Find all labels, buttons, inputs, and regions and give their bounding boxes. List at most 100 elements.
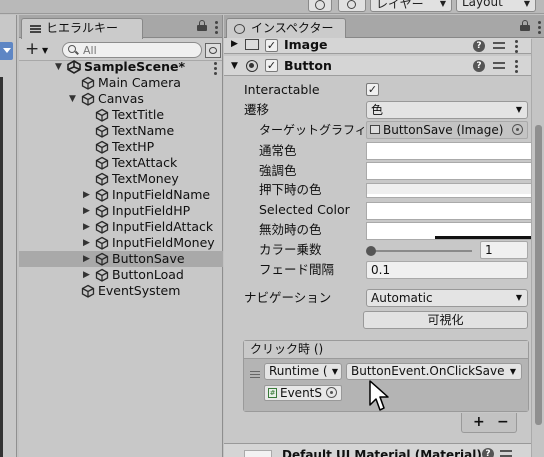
tree-row[interactable]: ▶ InputFieldHP [19,203,223,219]
chevron-right-icon[interactable]: ▶ [83,187,90,203]
info-icon [234,24,245,34]
tree-row[interactable]: ▶ InputFieldAttack [19,219,223,235]
pressed-color-label: 押下時の色 [259,182,322,197]
chevron-right-icon[interactable]: ▶ [83,235,90,251]
search-button[interactable] [338,0,366,12]
scene-filter-icon[interactable] [205,43,221,58]
visualize-button[interactable]: 可視化 [363,311,528,329]
tree-row[interactable]: TextName [19,123,223,139]
chevron-down-icon[interactable]: ▼ [231,56,238,76]
chevron-down-icon[interactable]: ▼ [42,46,48,55]
fade-duration-value: 0.1 [371,263,391,277]
chevron-down-icon[interactable]: ▼ [55,59,62,75]
more-options-icon[interactable] [215,21,218,36]
history-button[interactable] [308,0,332,12]
navigation-dropdown[interactable]: Automatic ▼ [366,289,528,307]
pressed-color-field[interactable] [366,183,540,198]
hierarchy-search-input[interactable] [83,43,193,57]
highlighted-color-field[interactable] [366,162,540,180]
script-icon: # [268,388,277,398]
tree-row[interactable]: TextAttack [19,155,223,171]
gameobject-cube-icon [95,268,109,282]
tree-row[interactable]: ▼ Canvas [19,91,223,107]
tree-row[interactable]: Main Camera [19,75,223,91]
presets-icon[interactable] [493,40,505,52]
target-graphic-value: ButtonSave (Image) [383,123,504,137]
tree-row[interactable]: TextTitle [19,107,223,123]
gameobject-cube-icon [95,156,109,170]
chevron-right-icon[interactable]: ▶ [83,219,90,235]
function-dropdown[interactable]: ButtonEvent.OnClickSave ▼ [346,363,522,380]
tree-row[interactable]: ▶ ButtonLoad [19,267,223,283]
layers-dropdown-label: レイヤー [376,0,424,11]
color-multiplier-slider[interactable] [366,243,474,259]
interactable-label: Interactable [244,82,320,97]
gameobject-cube-icon [81,284,95,298]
button-header-icons: ? [473,59,523,73]
chevron-down-icon: ▼ [523,0,530,8]
help-icon[interactable]: ? [473,40,485,52]
tree-row[interactable]: EventSystem [19,283,223,299]
more-options-icon[interactable] [538,21,541,36]
help-icon[interactable]: ? [482,448,494,457]
object-picker-icon[interactable] [326,387,337,398]
help-icon[interactable]: ? [473,60,485,72]
hierarchy-search-input-wrapper[interactable] [62,42,202,58]
tree-row[interactable]: ▶ InputFieldMoney [19,235,223,251]
more-options-icon[interactable] [515,60,518,75]
slider-thumb[interactable] [366,246,376,256]
disabled-color-label: 無効時の色 [259,222,322,237]
selected-color-label: Selected Color [259,202,350,217]
color-multiplier-label: カラー乗数 [259,242,322,257]
event-list-controls: + − [461,413,517,433]
chevron-right-icon[interactable]: ▶ [231,37,238,51]
drag-handle-icon[interactable] [250,371,260,380]
layers-dropdown[interactable]: レイヤー ▼ [370,0,452,12]
tree-row-scene[interactable]: ▼ SampleScene* [19,59,223,75]
material-component-header[interactable]: Default UI Material (Material) ? [224,443,531,457]
runtime-dropdown[interactable]: Runtime ( ▼ [264,363,342,380]
presets-icon[interactable] [493,60,505,72]
normal-color-field[interactable] [366,142,540,160]
chevron-down-icon [3,48,11,53]
lock-icon[interactable] [197,20,207,31]
chevron-right-icon[interactable]: ▶ [83,267,90,283]
add-event-button[interactable]: + [473,413,485,431]
transition-dropdown[interactable]: 色 ▼ [366,101,528,119]
event-target-object-field[interactable]: # EventS [264,385,342,401]
target-graphic-field[interactable]: ButtonSave (Image) [366,121,528,139]
remove-event-button[interactable]: − [497,413,509,431]
tree-row[interactable]: ▶ ButtonSave [19,251,223,267]
disabled-color-field[interactable] [366,222,540,240]
add-object-button[interactable]: + [25,40,39,58]
chevron-down-icon[interactable]: ▼ [69,91,76,107]
button-enabled-checkbox[interactable]: ✓ [265,59,278,72]
image-enabled-checkbox[interactable]: ✓ [265,39,278,52]
tree-item-label: InputFieldAttack [112,219,214,234]
tree-row[interactable]: TextHP [19,139,223,155]
inspector-scrollbar[interactable] [531,39,544,457]
image-component-header[interactable]: ▶ ✓ Image ? [224,38,531,54]
object-picker-icon[interactable] [512,124,523,135]
runtime-value: Runtime ( [269,364,328,378]
selected-color-field[interactable] [366,202,540,220]
tree-row[interactable]: TextMoney [19,171,223,187]
chevron-right-icon[interactable]: ▶ [83,251,90,267]
fade-duration-input[interactable]: 0.1 [366,261,528,279]
history-icon [315,0,325,10]
tree-row[interactable]: ▶ InputFieldName [19,187,223,203]
button-component-header[interactable]: ▼ ✓ Button ? [224,56,531,76]
chevron-down-icon: ▼ [515,105,522,114]
more-options-icon[interactable] [515,40,518,55]
scrollbar-thumb[interactable] [535,125,542,425]
interactable-checkbox[interactable]: ✓ [366,83,379,96]
tab-inspector[interactable]: インスペクター [226,18,346,39]
color-multiplier-input[interactable]: 1 [480,241,528,259]
search-icon [68,45,76,53]
tab-hierarchy[interactable]: ヒエラルキー [21,18,143,39]
tree-item-label: InputFieldHP [112,203,191,218]
lock-icon[interactable] [520,20,530,31]
layout-dropdown[interactable]: Layout ▼ [456,0,536,12]
chevron-right-icon[interactable]: ▶ [83,203,90,219]
presets-icon[interactable] [500,448,512,457]
